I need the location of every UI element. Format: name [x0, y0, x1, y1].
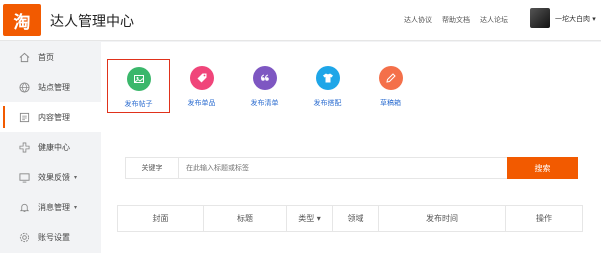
chevron-down-icon: ▾ [74, 173, 78, 181]
link-help-docs[interactable]: 帮助文档 [442, 15, 470, 25]
home-icon [18, 51, 30, 63]
column-type-filter[interactable]: 类型 ▾ [287, 206, 333, 231]
search-button[interactable]: 搜索 [507, 157, 578, 179]
table-header: 封面 标题 类型 ▾ 领域 发布时间 操作 [117, 205, 583, 232]
taobao-logo[interactable]: 淘 [3, 4, 41, 36]
tshirt-icon [315, 66, 340, 90]
link-forum[interactable]: 达人论坛 [480, 15, 508, 25]
link-agreement[interactable]: 达人协议 [404, 15, 432, 25]
main-content: 发布帖子 发布单品 发布清单 发布搭配 草稿箱 关键字 在此输入标题或标签 搜索… [101, 42, 601, 253]
plus-cross-icon [18, 141, 30, 153]
action-label: 发布单品 [187, 99, 216, 107]
gear-icon [18, 231, 30, 243]
sidebar-item-label: 消息管理 [38, 202, 70, 212]
sidebar-item-site[interactable]: 站点管理 [0, 72, 101, 102]
document-icon [18, 111, 30, 123]
column-domain: 领域 [333, 206, 379, 231]
sidebar-item-label: 账号设置 [38, 232, 70, 242]
action-label: 发布清单 [250, 99, 279, 107]
username-menu[interactable]: 一坨大白肉 ▾ [555, 14, 596, 24]
image-post-icon [126, 67, 151, 91]
app-title: 达人管理中心 [50, 14, 134, 30]
publish-post-button[interactable]: 发布帖子 [107, 59, 170, 113]
sidebar-item-label: 健康中心 [38, 142, 70, 152]
quote-icon [252, 66, 277, 90]
search-bar: 关键字 搜索 [125, 157, 578, 179]
publish-list-button[interactable]: 发布清单 [233, 59, 296, 113]
publish-outfit-button[interactable]: 发布搭配 [296, 59, 359, 113]
sidebar: 首页 站点管理 内容管理 健康中心 效果反馈 ▾ 消息管理 ▾ 账号设置 [0, 42, 101, 253]
sidebar-item-label: 首页 [38, 52, 54, 62]
chevron-down-icon: ▾ [74, 203, 78, 211]
sidebar-item-label: 效果反馈 [38, 172, 70, 182]
globe-icon [18, 81, 30, 93]
column-actions: 操作 [536, 214, 552, 223]
publish-item-button[interactable]: 发布单品 [170, 59, 233, 113]
avatar[interactable] [530, 8, 550, 28]
monitor-icon [18, 171, 30, 183]
column-title: 标题 [204, 206, 287, 231]
column-cover: 封面 [118, 206, 204, 231]
sidebar-item-health[interactable]: 健康中心 [0, 132, 101, 162]
sidebar-item-label: 内容管理 [38, 112, 70, 122]
sidebar-item-feedback[interactable]: 效果反馈 ▾ [0, 162, 101, 192]
keyword-label: 关键字 [126, 158, 179, 178]
sidebar-item-account[interactable]: 账号设置 [0, 222, 101, 252]
sidebar-item-home[interactable]: 首页 [0, 42, 101, 72]
action-label: 发布搭配 [313, 99, 342, 107]
bell-icon [18, 201, 30, 213]
column-publish-time: 发布时间 [379, 206, 506, 231]
top-header: 淘 达人管理中心 达人协议 帮助文档 达人论坛 一坨大白肉 ▾ [0, 0, 601, 41]
publish-actions: 发布帖子 发布单品 发布清单 发布搭配 草稿箱 [107, 59, 422, 113]
drafts-button[interactable]: 草稿箱 [359, 59, 422, 113]
top-links: 达人协议 帮助文档 达人论坛 [404, 15, 508, 25]
search-input[interactable] [180, 158, 503, 178]
pencil-icon [378, 66, 403, 90]
tag-icon [189, 66, 214, 90]
sidebar-item-label: 站点管理 [38, 82, 70, 92]
sidebar-item-content[interactable]: 内容管理 [0, 102, 101, 132]
sidebar-item-messages[interactable]: 消息管理 ▾ [0, 192, 101, 222]
action-label: 草稿箱 [380, 99, 401, 107]
action-label: 发布帖子 [124, 100, 153, 108]
